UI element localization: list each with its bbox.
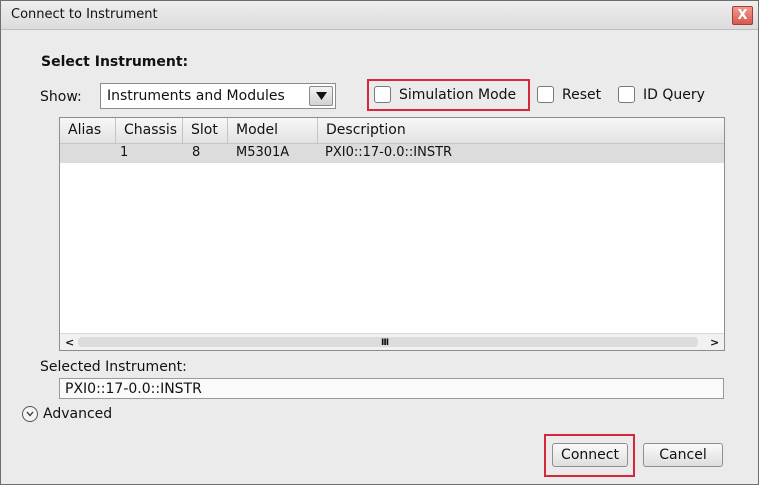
selected-instrument-field[interactable]: PXI0::17-0.0::INSTR	[59, 378, 724, 399]
dropdown-toggle-button[interactable]	[309, 86, 333, 106]
show-filter-value: Instruments and Modules	[107, 88, 285, 104]
simulation-mode-label[interactable]: Simulation Mode	[399, 87, 516, 103]
cell-model: M5301A	[236, 145, 290, 160]
close-icon: X	[737, 8, 748, 23]
scrollbar-thumb[interactable]: III	[78, 337, 698, 348]
cell-chassis: 1	[120, 145, 129, 160]
scroll-left-icon[interactable]: <	[65, 334, 74, 350]
chevron-down-circle-icon[interactable]	[22, 406, 38, 422]
cancel-button[interactable]: Cancel	[643, 443, 723, 467]
title-bar: Connect to Instrument X	[1, 1, 758, 30]
chevron-down-icon	[316, 92, 327, 100]
table-row[interactable]: 1 8 M5301A PXI0::17-0.0::INSTR	[60, 144, 724, 163]
select-instrument-heading: Select Instrument:	[41, 54, 189, 70]
column-header-chassis[interactable]: Chassis	[116, 118, 183, 143]
scroll-grip-icon: III	[381, 338, 389, 348]
selected-instrument-label: Selected Instrument:	[40, 359, 187, 375]
selected-instrument-value: PXI0::17-0.0::INSTR	[65, 381, 202, 397]
column-header-alias[interactable]: Alias	[60, 118, 116, 143]
cell-description: PXI0::17-0.0::INSTR	[325, 145, 453, 160]
connect-dialog: Connect to Instrument X Select Instrumen…	[0, 0, 759, 485]
column-header-slot[interactable]: Slot	[183, 118, 228, 143]
horizontal-scrollbar[interactable]: < III >	[60, 333, 724, 350]
instrument-table[interactable]: Alias Chassis Slot Model Description 1 8…	[59, 117, 725, 351]
show-filter-dropdown[interactable]: Instruments and Modules	[100, 83, 336, 109]
show-label: Show:	[40, 89, 82, 105]
close-button[interactable]: X	[732, 6, 753, 25]
simulation-mode-checkbox[interactable]	[374, 86, 391, 103]
column-header-description[interactable]: Description	[318, 118, 724, 143]
cell-slot: 8	[192, 145, 201, 160]
id-query-checkbox[interactable]	[618, 86, 635, 103]
id-query-label[interactable]: ID Query	[643, 87, 705, 103]
window-title: Connect to Instrument	[11, 7, 158, 22]
scroll-right-icon[interactable]: >	[710, 334, 719, 350]
reset-label[interactable]: Reset	[562, 87, 601, 103]
table-header: Alias Chassis Slot Model Description	[60, 118, 724, 144]
connect-button[interactable]: Connect	[552, 443, 628, 467]
column-header-model[interactable]: Model	[228, 118, 318, 143]
advanced-toggle[interactable]: Advanced	[43, 406, 112, 422]
reset-checkbox[interactable]	[537, 86, 554, 103]
